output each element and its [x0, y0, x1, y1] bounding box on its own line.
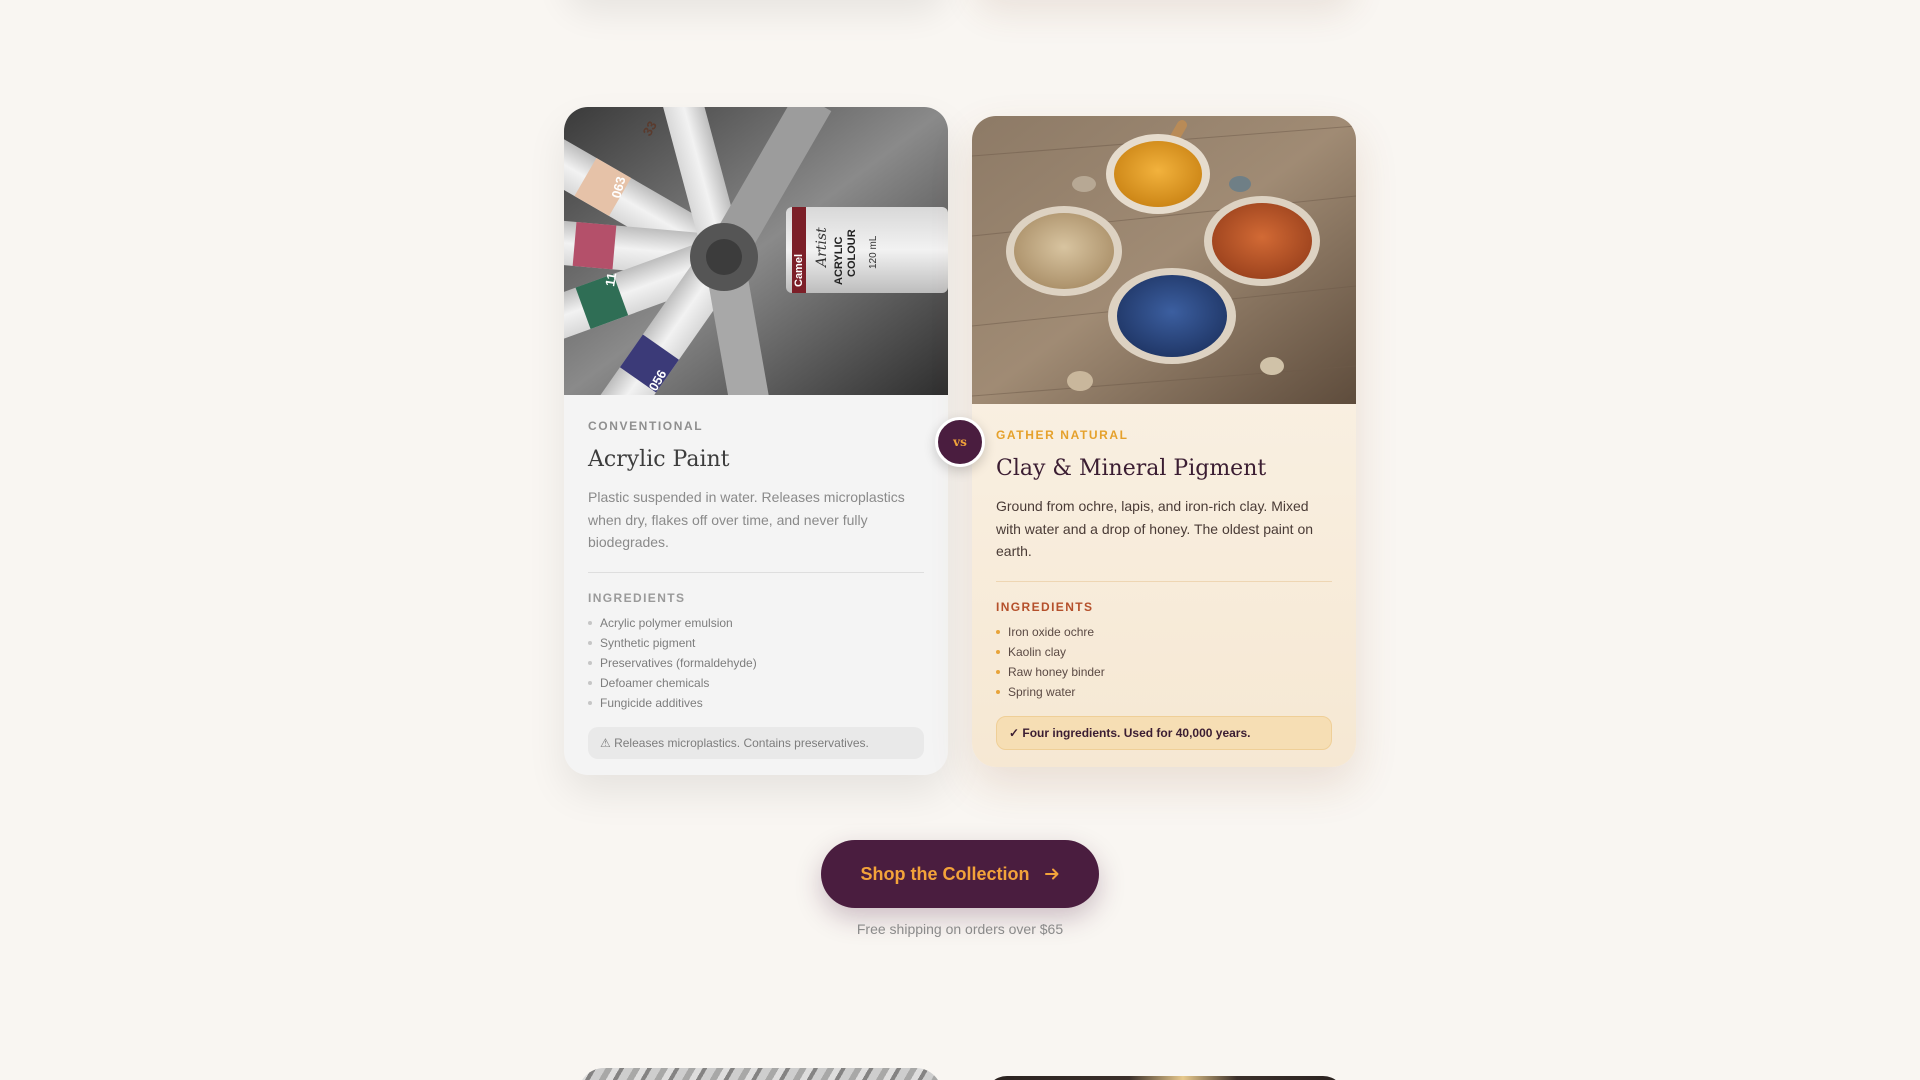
warning-note: ⚠ Releases microplastics. Contains prese…	[588, 726, 924, 759]
ingredient-item: Kaolin clay	[996, 642, 1332, 662]
ingredient-item: Preservatives (formaldehyde)	[588, 653, 924, 673]
vs-label: vs	[953, 435, 967, 449]
ingredient-item: Raw honey binder	[996, 662, 1332, 682]
acrylic-paint-image: Camel Artist ACRYLIC COLOUR 120 mL 063 1…	[564, 107, 948, 395]
card-title: Acrylic Paint	[588, 447, 730, 472]
comparison-card-conventional: Camel Artist ACRYLIC COLOUR 120 mL 063 1…	[564, 107, 948, 775]
arrow-right-icon	[1044, 866, 1060, 882]
mineral-pigment-image	[972, 116, 1356, 404]
tube-brand-text: Camel	[793, 254, 805, 287]
tube-label-line2: COLOUR	[846, 229, 858, 277]
benefit-note: ✓ Four ingredients. Used for 40,000 year…	[996, 715, 1332, 750]
ingredient-item: Iron oxide ochre	[996, 622, 1332, 642]
vs-badge: vs	[935, 417, 985, 467]
tube-volume-text: 120 mL	[868, 235, 879, 269]
ingredients-heading: INGREDIENTS	[588, 590, 686, 605]
ingredients-heading: INGREDIENTS	[996, 599, 1094, 614]
card-eyebrow: CONVENTIONAL	[588, 419, 704, 433]
comparison-card-natural: GATHER NATURAL Clay & Mineral Pigment Gr…	[972, 116, 1356, 767]
tube-code-2: 11	[602, 271, 619, 287]
card-title: Clay & Mineral Pigment	[996, 456, 1267, 481]
ingredient-item: Acrylic polymer emulsion	[588, 613, 924, 633]
card-eyebrow: GATHER NATURAL	[996, 428, 1129, 442]
shipping-note: Free shipping on orders over $65	[856, 921, 1064, 937]
ingredients-list: Iron oxide ochre Kaolin clay Raw honey b…	[996, 622, 1332, 702]
shop-collection-label: Shop the Collection	[860, 863, 1030, 884]
next-card-image-right	[985, 1076, 1345, 1080]
ingredient-item: Defoamer chemicals	[588, 673, 924, 693]
tube-script-text: Artist	[814, 227, 830, 269]
card-description: Ground from ochre, lapis, and iron-rich …	[996, 498, 1314, 559]
card-divider	[588, 571, 924, 573]
card-divider	[996, 580, 1332, 582]
shop-collection-button[interactable]: Shop the Collection	[821, 840, 1099, 908]
ingredient-item: Spring water	[996, 682, 1332, 702]
ingredient-item: Fungicide additives	[588, 693, 924, 713]
next-card-image-left	[578, 1068, 942, 1080]
ingredients-list: Acrylic polymer emulsion Synthetic pigme…	[588, 613, 924, 713]
card-description: Plastic suspended in water. Releases mic…	[588, 489, 905, 550]
tube-label-line1: ACRYLIC	[833, 236, 845, 285]
ingredient-item: Synthetic pigment	[588, 633, 924, 653]
